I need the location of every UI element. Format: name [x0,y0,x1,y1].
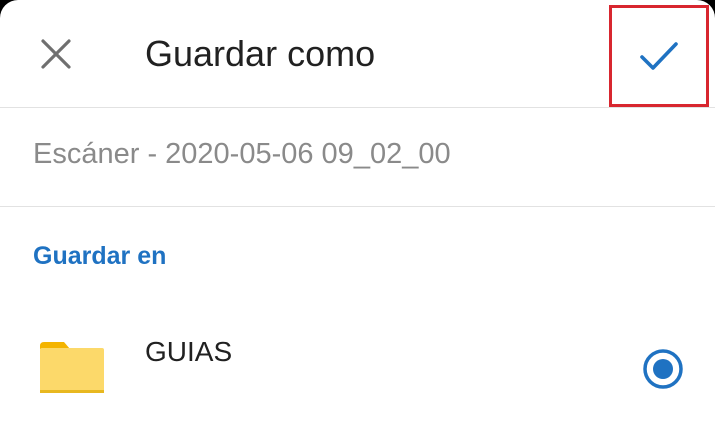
confirm-button[interactable] [609,5,709,107]
folder-item-guias[interactable]: GUIAS [0,300,715,441]
header-bar: Guardar como [0,0,715,108]
save-as-sheet: Guardar como Guardar en GUIAS [0,0,715,441]
folder-icon [40,342,104,393]
filename-input[interactable] [33,138,673,171]
radio-selected-icon[interactable] [642,348,684,390]
check-icon [640,42,678,70]
page-title: Guardar como [145,33,376,74]
close-icon [41,39,71,69]
folder-name: GUIAS [145,336,233,367]
filename-row [0,108,715,207]
close-button[interactable] [28,26,84,82]
save-location-label: Guardar en [33,242,167,270]
